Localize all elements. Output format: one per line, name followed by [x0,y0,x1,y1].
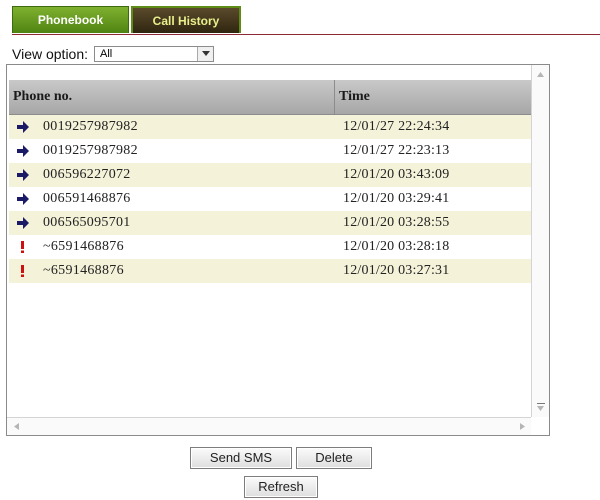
table-body: 0019257987982 12/01/27 22:24:34 0019257987… [9,115,531,283]
view-option-row: View option: All [12,44,215,64]
call-time: 12/01/20 03:29:41 [343,191,450,206]
table-row[interactable]: ~6591468876 12/01/20 03:27:31 [9,259,531,283]
outgoing-call-icon [9,115,37,139]
phone-number: 006565095701 [43,215,131,230]
send-sms-button[interactable]: Send SMS [190,447,292,469]
column-header-phone[interactable]: Phone no. [9,80,335,114]
table-row[interactable]: 0019257987982 12/01/27 22:23:13 [9,139,531,163]
vertical-scrollbar[interactable] [531,65,549,417]
table-header: Phone no. Time [9,80,531,115]
scroll-down-icon[interactable] [532,401,549,415]
phone-number: 006591468876 [43,191,131,206]
phone-number: 0019257987982 [43,143,138,158]
tab-bar: Phonebook Call History [12,6,243,34]
table-row[interactable]: 0019257987982 12/01/27 22:24:34 [9,115,531,139]
delete-button[interactable]: Delete [296,447,372,469]
horizontal-scrollbar[interactable] [7,417,531,435]
outgoing-call-icon [9,187,37,211]
missed-call-icon [9,259,37,283]
column-header-time[interactable]: Time [335,80,531,114]
outgoing-call-icon [9,163,37,187]
view-option-value: All [100,48,113,60]
chevron-down-icon[interactable] [197,47,214,61]
call-time: 12/01/20 03:28:18 [343,239,450,254]
phone-number: ~6591468876 [43,239,124,254]
table-row[interactable]: ~6591468876 12/01/20 03:28:18 [9,235,531,259]
tab-call-history[interactable]: Call History [131,6,241,33]
phone-number: 006596227072 [43,167,131,182]
scroll-up-icon[interactable] [532,67,549,81]
call-history-panel: Phone no. Time 0019257987982 12/01/27 22:… [6,64,550,436]
call-time: 12/01/20 03:43:09 [343,167,450,182]
missed-call-icon [9,235,37,259]
call-time: 12/01/27 22:23:13 [343,143,450,158]
call-time: 12/01/20 03:27:31 [343,263,450,278]
refresh-button[interactable]: Refresh [244,476,318,498]
table-row[interactable]: 006565095701 12/01/20 03:28:55 [9,211,531,235]
tab-divider [12,34,600,35]
view-option-select[interactable]: All [94,46,215,62]
call-time: 12/01/20 03:28:55 [343,215,450,230]
call-history-table: Phone no. Time 0019257987982 12/01/27 22:… [9,80,531,283]
outgoing-call-icon [9,211,37,235]
table-row[interactable]: 006596227072 12/01/20 03:43:09 [9,163,531,187]
tab-phonebook[interactable]: Phonebook [12,6,129,33]
view-option-label: View option: [12,46,89,62]
call-time: 12/01/27 22:24:34 [343,119,450,134]
scroll-left-icon[interactable] [9,418,23,435]
phone-number: 0019257987982 [43,119,138,134]
scroll-right-icon[interactable] [515,418,529,435]
table-row[interactable]: 006591468876 12/01/20 03:29:41 [9,187,531,211]
outgoing-call-icon [9,139,37,163]
phone-number: ~6591468876 [43,263,124,278]
